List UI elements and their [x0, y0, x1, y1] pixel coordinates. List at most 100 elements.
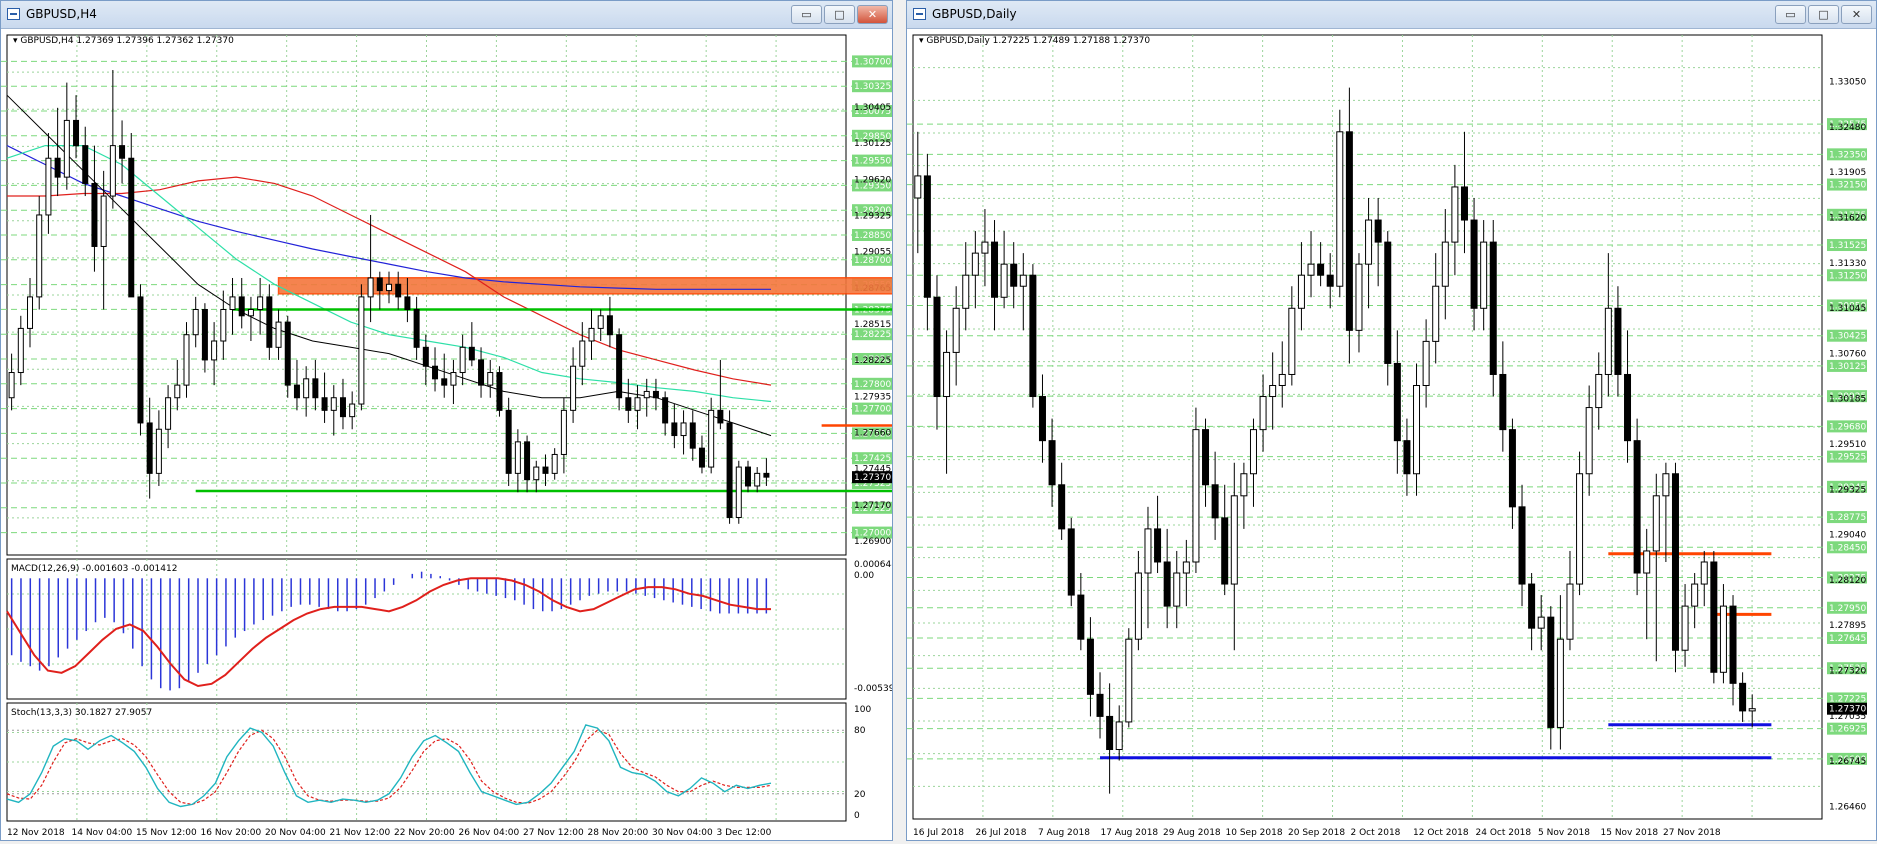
bear-candle: [478, 359, 485, 386]
h4-chart-area[interactable]: 1.30700 1.30325 1.30075 1.29850 1.29550 1.293…: [1, 29, 943, 841]
bear-candle: [933, 296, 941, 398]
bull-candle: [386, 283, 392, 292]
bull-candle: [229, 296, 236, 310]
daily-chart-area[interactable]: 1.32575 1.32350 1.32150 1.31775 1.31525 1.312…: [907, 29, 1876, 840]
daily-level-label: 1.27645: [1829, 634, 1866, 644]
bull-candle: [1249, 429, 1257, 475]
bull-candle: [1556, 638, 1564, 728]
bull-candle: [1297, 274, 1305, 309]
bull-candle: [1441, 241, 1449, 287]
bear-candle: [238, 296, 245, 317]
daily-level-label: 1.30125: [1829, 362, 1866, 372]
daily-level-label: 1.31525: [1829, 241, 1866, 251]
maximize-button[interactable]: □: [1808, 5, 1839, 24]
daily-y-tick-label: 1.32480: [1829, 123, 1866, 133]
h4-title-bar[interactable]: GBPUSD,H4 ▭ □ ✕: [1, 1, 892, 29]
bull-candle: [1173, 572, 1181, 607]
chart-window-icon: [913, 8, 926, 20]
bear-candle: [1528, 583, 1536, 629]
daily-y-tick-label: 1.29040: [1829, 531, 1866, 541]
bear-candle: [1326, 274, 1334, 287]
bear-candle: [496, 372, 503, 411]
h4-x-tick-label: 21 Nov 12:00: [330, 828, 391, 838]
bear-candle: [1317, 263, 1325, 276]
daily-x-tick-label: 24 Oct 2018: [1476, 828, 1532, 838]
level-label: 1.27700: [854, 405, 891, 415]
h4-y-tick-label: 1.30405: [854, 103, 891, 113]
stochastic-y-tick-label: 20: [854, 790, 866, 800]
bull-candle: [1125, 638, 1133, 723]
macd-y-tick-label: 0.00: [854, 571, 874, 581]
daily-chart-svg[interactable]: 1.325751.323501.321501.317751.315251.312…: [907, 29, 1876, 841]
h4-chart-svg[interactable]: 1.307001.303251.300751.298501.295501.293…: [1, 29, 943, 841]
level-label: 1.28225: [854, 330, 891, 340]
bear-candle: [82, 145, 89, 184]
bear-candle: [542, 466, 549, 474]
bear-candle: [146, 422, 153, 474]
h4-x-tick-label: 14 Nov 04:00: [72, 828, 133, 838]
chart-window-icon: [7, 8, 20, 20]
bull-candle: [1413, 385, 1421, 475]
bull-candle: [109, 145, 116, 197]
bull-candle: [1537, 616, 1545, 629]
bull-candle: [634, 397, 641, 411]
bull-candle: [597, 315, 604, 329]
h4-y-tick-label: 1.28515: [854, 320, 891, 330]
bull-candle: [1230, 495, 1238, 585]
minimize-button[interactable]: ▭: [1775, 5, 1806, 24]
bear-candle: [91, 182, 98, 247]
bull-candle: [330, 397, 337, 411]
macd-label: MACD(12,26,9) -0.001603 -0.001412: [11, 564, 177, 574]
daily-x-tick-label: 20 Sep 2018: [1288, 828, 1345, 838]
bear-candle: [1393, 362, 1401, 442]
bear-candle: [1710, 561, 1718, 673]
bear-candle: [1403, 440, 1411, 475]
current-price-label: 1.27370: [1829, 705, 1866, 715]
level-label: 1.30325: [854, 82, 891, 92]
bull-candle: [247, 308, 254, 317]
bull-candle: [1719, 605, 1727, 673]
maximize-button[interactable]: □: [824, 5, 855, 24]
bull-candle: [708, 409, 715, 468]
bear-candle: [1211, 484, 1219, 519]
h4-x-tick-label: 26 Nov 04:00: [459, 828, 520, 838]
bear-candle: [468, 346, 475, 361]
daily-y-tick-label: 1.26745: [1829, 757, 1866, 767]
bull-candle: [220, 308, 227, 342]
bear-candle: [404, 296, 411, 310]
h4-y-tick-label: 1.29325: [854, 212, 891, 222]
bear-candle: [1384, 241, 1392, 364]
bear-candle: [1624, 373, 1632, 442]
daily-level-label: 1.30425: [1829, 332, 1866, 342]
bull-candle: [174, 384, 181, 399]
bull-candle: [358, 296, 365, 405]
daily-level-label: 1.31250: [1829, 271, 1866, 281]
bear-candle: [505, 409, 512, 474]
bull-candle: [1480, 241, 1488, 309]
daily-chart-window[interactable]: GBPUSD,Daily ▭ □ ✕ 1.32575 1.32350 1.32150…: [906, 0, 1877, 841]
bear-candle: [1106, 715, 1114, 751]
bear-candle: [689, 422, 696, 449]
close-button[interactable]: ✕: [1841, 5, 1872, 24]
macd-y-tick-label: -0.005398: [854, 684, 892, 694]
bull-candle: [257, 296, 264, 310]
daily-title-bar[interactable]: GBPUSD,Daily ▭ □ ✕: [907, 1, 1876, 29]
h4-y-tick-label: 1.27935: [854, 392, 891, 402]
bull-candle: [487, 372, 494, 386]
h4-y-tick-label: 1.30125: [854, 139, 891, 149]
bull-candle: [275, 321, 282, 348]
h4-x-tick-label: 3 Dec 12:00: [717, 828, 772, 838]
bull-candle: [952, 307, 960, 353]
bull-candle: [36, 214, 43, 298]
bull-candle: [680, 422, 687, 437]
bull-candle: [1585, 407, 1593, 475]
daily-x-tick-label: 12 Oct 2018: [1413, 828, 1469, 838]
h4-chart-window[interactable]: GBPUSD,H4 ▭ □ ✕ 1.30700 1.30325 1.30075 1.2…: [0, 0, 943, 841]
close-button[interactable]: ✕: [857, 5, 888, 24]
bull-candle: [962, 274, 970, 309]
bull-candle: [1134, 572, 1142, 640]
bull-candle: [1691, 583, 1699, 607]
daily-symbol-info: ▾ GBPUSD,Daily 1.27225 1.27489 1.27188 1…: [919, 36, 1150, 46]
minimize-button[interactable]: ▭: [791, 5, 822, 24]
daily-y-tick-label: 1.29510: [1829, 440, 1866, 450]
